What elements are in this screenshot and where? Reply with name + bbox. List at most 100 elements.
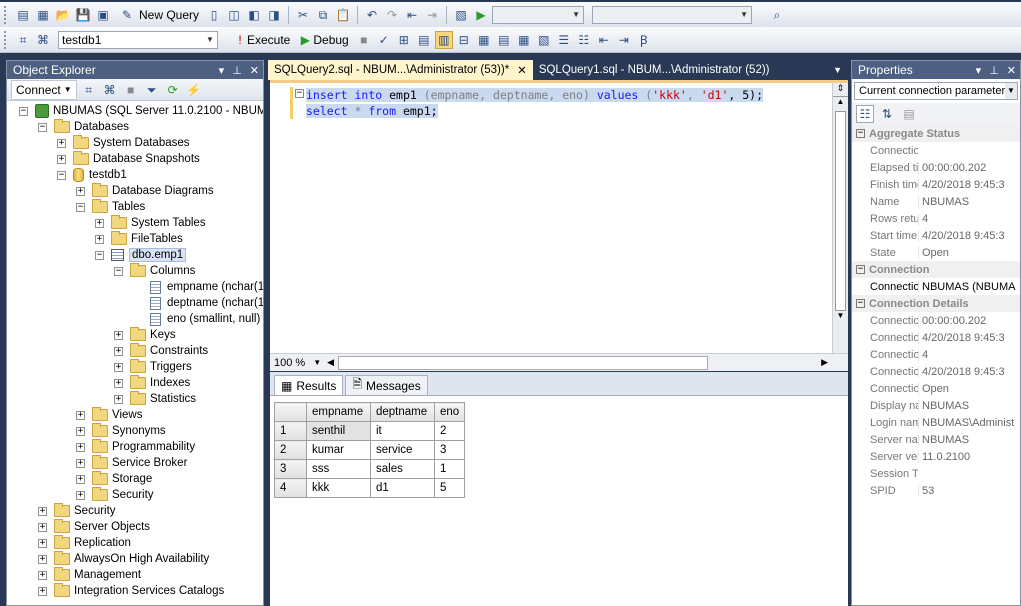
results-to-grid-icon[interactable]: ▦ <box>515 31 533 49</box>
tree-node-system-tables[interactable]: + System Tables <box>95 215 206 231</box>
stop-icon[interactable]: ■ <box>122 81 140 99</box>
row-number[interactable]: 2 <box>274 440 307 460</box>
expand-icon[interactable]: + <box>114 330 123 340</box>
collapse-icon[interactable]: − <box>114 266 123 276</box>
tree-node-server-objects[interactable]: + Server Objects <box>38 519 150 535</box>
dropdown-icon[interactable]: ▾ <box>976 64 982 77</box>
expand-icon[interactable]: + <box>95 234 104 244</box>
horizontal-scroll-thumb[interactable] <box>338 355 709 370</box>
dropdown-icon[interactable]: ▾ <box>219 64 225 77</box>
row-header-corner[interactable] <box>274 402 307 422</box>
collapse-region-icon[interactable]: − <box>295 89 304 98</box>
table-cell[interactable]: service <box>370 440 435 460</box>
property-row[interactable]: Connection fa <box>852 142 1020 159</box>
column-header[interactable]: empname <box>306 402 371 422</box>
scroll-up-icon[interactable]: ▲ <box>833 97 848 111</box>
find-combo[interactable]: ▼ <box>592 5 753 24</box>
pin-icon[interactable]: ⊥ <box>989 64 999 77</box>
expand-icon[interactable]: + <box>76 474 85 484</box>
parse-icon[interactable]: ✓ <box>375 31 393 49</box>
collapse-icon[interactable]: − <box>856 129 865 138</box>
property-row[interactable]: Elapsed time00:00:00.202 <box>852 159 1020 176</box>
expand-icon[interactable]: + <box>38 554 47 564</box>
property-row[interactable]: Connection ro4 <box>852 346 1020 363</box>
property-category[interactable]: − Connection Details <box>852 295 1020 312</box>
categorized-icon[interactable]: ☷ <box>856 105 874 123</box>
table-cell[interactable]: it <box>370 421 435 441</box>
tree-node-triggers[interactable]: + Triggers <box>114 359 192 375</box>
solution-config-combo[interactable]: ▼ <box>492 5 585 24</box>
tree-node-db-security[interactable]: + Security <box>76 487 154 503</box>
expand-icon[interactable]: + <box>76 442 85 452</box>
tab-sqlquery1[interactable]: SQLQuery1.sql - NBUM...\Administrator (5… <box>533 60 776 80</box>
property-row[interactable]: Server nameNBUMAS <box>852 431 1020 448</box>
editor-vertical-scrollbar[interactable]: ⇕ ▲ ▼ <box>832 83 848 353</box>
scroll-down-icon[interactable]: ▼ <box>833 311 848 325</box>
db-engine-query-icon[interactable]: ▯ <box>205 6 223 24</box>
refresh-icon[interactable]: ⟳ <box>164 81 182 99</box>
collapse-icon[interactable]: − <box>57 170 66 180</box>
table-cell[interactable]: 1 <box>433 459 466 479</box>
new-query-button[interactable]: ✎ New Query <box>114 5 203 25</box>
collapse-icon[interactable]: − <box>76 202 85 212</box>
column-header[interactable]: deptname <box>370 402 435 422</box>
table-cell[interactable]: sss <box>306 459 371 479</box>
collapse-icon[interactable]: − <box>95 250 104 260</box>
property-row[interactable]: Server versio11.0.2100 <box>852 448 1020 465</box>
scroll-left-icon[interactable]: ◀ <box>327 357 334 368</box>
zoom-selector[interactable]: 100 % ▼ <box>270 357 321 369</box>
alphabetical-icon[interactable]: ⇅ <box>878 105 896 123</box>
property-row[interactable]: Session Traci <box>852 465 1020 482</box>
add-item-icon[interactable]: ▦ <box>34 6 52 24</box>
close-icon[interactable]: ✕ <box>1007 64 1016 77</box>
cut-icon[interactable]: ✂ <box>294 6 312 24</box>
open-file-icon[interactable]: 📂 <box>54 6 72 24</box>
results-to-text-icon[interactable]: ▤ <box>495 31 513 49</box>
expand-icon[interactable]: + <box>38 522 47 532</box>
tree-node-filetables[interactable]: + FileTables <box>95 231 183 247</box>
filter-icon[interactable]: ⏷ <box>143 81 161 99</box>
tree-node-tables[interactable]: − Tables <box>76 199 145 215</box>
execute-button[interactable]: ! Execute <box>232 30 294 50</box>
change-connection-icon[interactable]: ⌘ <box>34 31 52 49</box>
tab-results[interactable]: ▦ Results <box>274 375 344 395</box>
tree-node-replication[interactable]: + Replication <box>38 535 131 551</box>
tree-node-column-empname[interactable]: empname (nchar(1 <box>150 279 263 295</box>
collapse-icon[interactable]: − <box>19 106 28 116</box>
cancel-query-icon[interactable]: ■ <box>355 31 373 49</box>
property-row[interactable]: Login nameNBUMAS\Administ <box>852 414 1020 431</box>
close-icon[interactable]: ✕ <box>250 64 259 77</box>
query-editor[interactable]: − insert into emp1 (empname, deptname, e… <box>270 80 848 371</box>
mdx-query-icon[interactable]: ◧ <box>245 6 263 24</box>
results-grid[interactable]: empname deptname eno 1 senthil it 2 2 ku… <box>274 402 466 498</box>
undo-icon[interactable]: ↶ <box>363 6 381 24</box>
tree-node-service-broker[interactable]: + Service Broker <box>76 455 187 471</box>
new-project-icon[interactable]: ▤ <box>14 6 32 24</box>
navigate-forward-icon[interactable]: ⇥ <box>423 6 441 24</box>
tree-node-database-diagrams[interactable]: + Database Diagrams <box>76 183 214 199</box>
row-number[interactable]: 3 <box>274 459 307 479</box>
property-row[interactable]: Connection fi4/20/2018 9:45:3 <box>852 329 1020 346</box>
toolbar-grip[interactable] <box>4 30 8 49</box>
increase-indent-icon[interactable]: ⇥ <box>615 31 633 49</box>
collapse-icon[interactable]: − <box>856 299 865 308</box>
tree-node-indexes[interactable]: + Indexes <box>114 375 190 391</box>
table-cell[interactable]: sales <box>370 459 435 479</box>
connect-button[interactable]: Connect ▼ <box>11 79 77 100</box>
tree-node-security[interactable]: + Security <box>38 503 116 519</box>
expand-icon[interactable]: + <box>95 218 104 228</box>
intellisense-icon[interactable]: ▥ <box>434 30 453 49</box>
connect-server-icon[interactable]: ⌗ <box>80 81 98 99</box>
column-header[interactable]: eno <box>433 402 466 422</box>
display-plan-icon[interactable]: ⊞ <box>395 31 413 49</box>
table-cell[interactable]: d1 <box>370 478 435 498</box>
disconnect-icon[interactable]: ⌘ <box>101 81 119 99</box>
expand-icon[interactable]: + <box>76 186 85 196</box>
collapse-icon[interactable]: − <box>856 265 865 274</box>
paste-icon[interactable]: 📋 <box>334 6 352 24</box>
property-row[interactable]: Connection nNBUMAS (NBUMA <box>852 278 1020 295</box>
decrease-indent-icon[interactable]: ⇤ <box>595 31 613 49</box>
row-number[interactable]: 1 <box>274 421 307 441</box>
split-icon[interactable]: ⇕ <box>833 83 848 97</box>
property-row[interactable]: Connection e00:00:00.202 <box>852 312 1020 329</box>
